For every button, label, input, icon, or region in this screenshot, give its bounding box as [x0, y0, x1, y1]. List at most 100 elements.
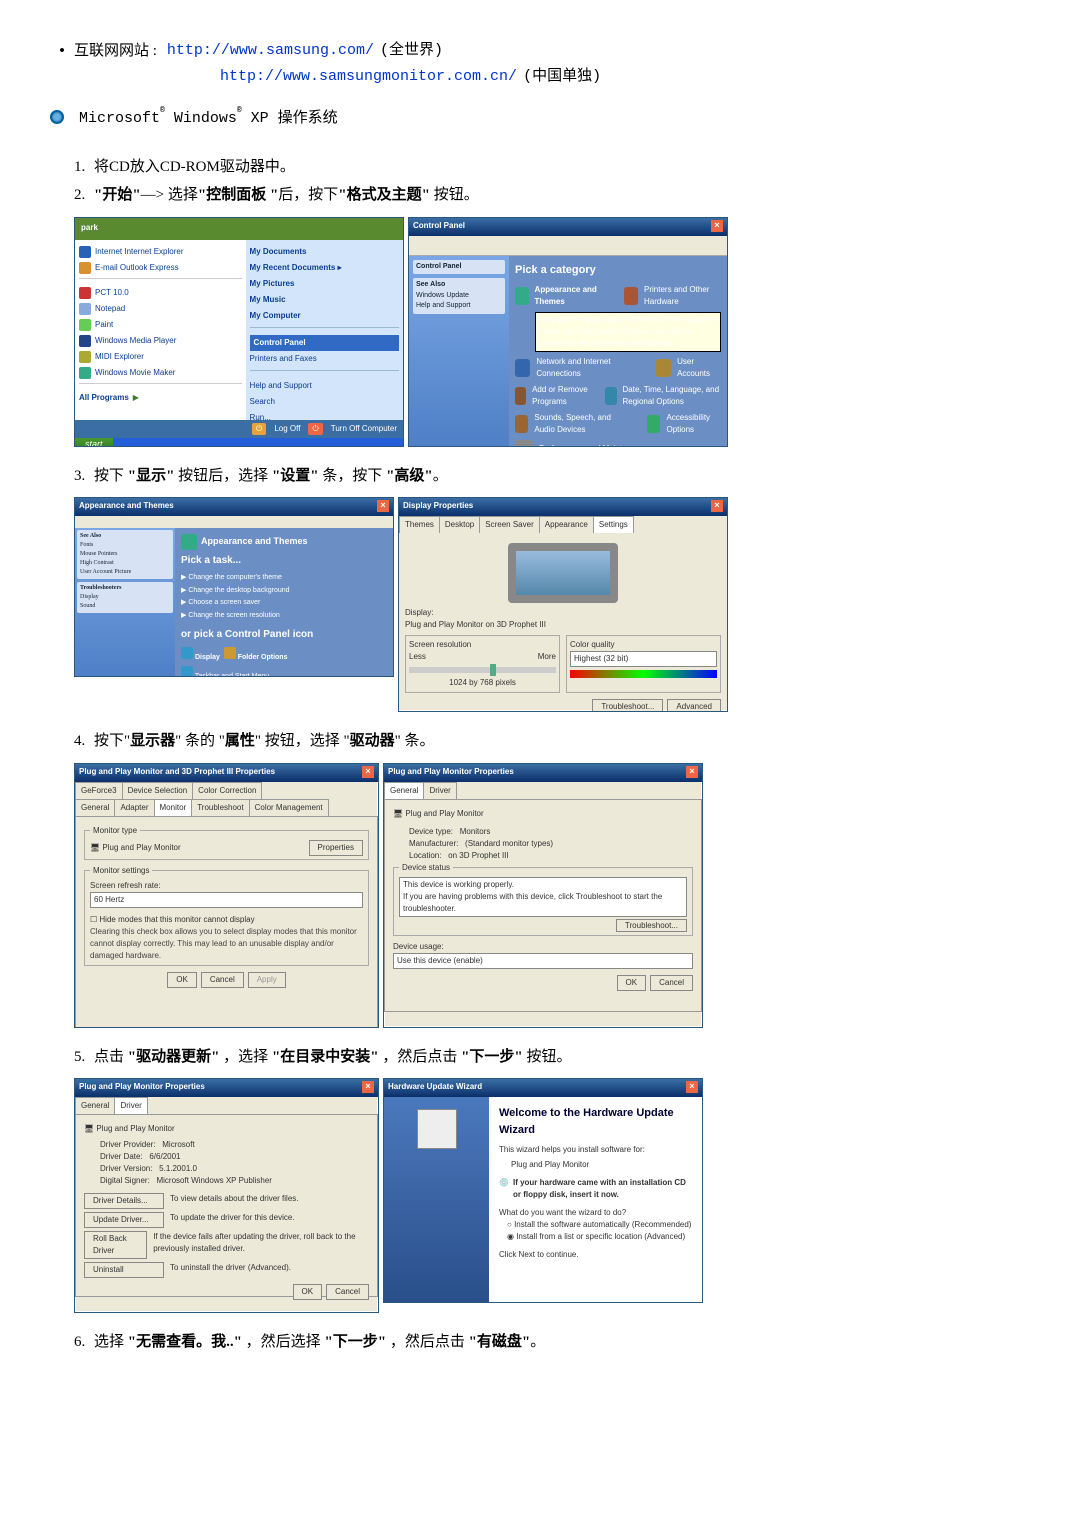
startmenu-item[interactable]: Search	[250, 394, 399, 410]
close-icon[interactable]: ×	[686, 766, 698, 778]
cp-icon-display[interactable]: Display	[195, 654, 220, 661]
startmenu-item[interactable]: MIDI Explorer	[95, 351, 144, 363]
troubleshoot-button[interactable]: Troubleshoot...	[616, 919, 687, 932]
cat-item[interactable]: Printers and Other Hardware	[644, 284, 721, 308]
cat-item[interactable]: Sounds, Speech, and Audio Devices	[534, 412, 630, 436]
hide-modes-checkbox[interactable]: Hide modes that this monitor cannot disp…	[99, 915, 254, 924]
close-icon[interactable]: ×	[686, 1081, 698, 1093]
close-icon[interactable]: ×	[711, 500, 723, 512]
driver-details-button[interactable]: Driver Details...	[84, 1193, 164, 1209]
cat-item[interactable]: Accessibility Options	[666, 412, 721, 436]
screenshot-appearance-themes: Appearance and Themes× See Also Fonts Mo…	[74, 497, 394, 677]
wizard-option-advanced[interactable]: Install from a list or specific location…	[516, 1232, 685, 1241]
side-link[interactable]: Display	[80, 594, 99, 600]
startmenu-item[interactable]: Windows Movie Maker	[95, 367, 175, 379]
tab-general[interactable]: General	[384, 782, 424, 799]
side-link[interactable]: User Account Picture	[80, 569, 131, 575]
ok-button[interactable]: OK	[167, 972, 197, 988]
cp-icon[interactable]: Folder Options	[238, 654, 288, 661]
advanced-button[interactable]: Advanced	[667, 699, 721, 712]
startmenu-control-panel[interactable]: Control Panel	[254, 338, 306, 347]
tab[interactable]: Appearance	[539, 516, 594, 533]
tab[interactable]: Color Correction	[192, 782, 262, 799]
cancel-button[interactable]: Cancel	[326, 1284, 369, 1300]
task-link[interactable]: Change the desktop background	[188, 587, 289, 594]
tab[interactable]: Driver	[423, 782, 456, 799]
device-usage-select[interactable]: Use this device (enable)	[393, 953, 693, 969]
side-link[interactable]: Windows Update	[416, 292, 469, 299]
resolution-slider[interactable]	[409, 667, 556, 673]
startmenu-item[interactable]: Notepad	[95, 303, 125, 315]
startmenu-item[interactable]: My Pictures	[250, 279, 295, 288]
cat-appearance[interactable]: Appearance and Themes	[535, 284, 606, 308]
turnoff-button[interactable]: Turn Off Computer	[331, 423, 397, 435]
tab[interactable]: Adapter	[114, 799, 154, 816]
side-link[interactable]: Help and Support	[416, 302, 470, 309]
tooltip: Change the appearance of desktop items, …	[535, 312, 721, 352]
startmenu-item[interactable]: My Recent Documents ▸	[250, 263, 342, 272]
close-icon[interactable]: ×	[362, 766, 374, 778]
tab-settings[interactable]: Settings	[593, 516, 634, 533]
cat-item[interactable]: Add or Remove Programs	[532, 384, 589, 408]
apply-button: Apply	[248, 972, 286, 988]
task-link[interactable]: Change the computer's theme	[188, 574, 282, 581]
properties-button[interactable]: Properties	[309, 840, 363, 856]
color-quality-select[interactable]: Highest (32 bit)	[570, 651, 717, 667]
side-link[interactable]: High Contrast	[80, 560, 114, 566]
close-icon[interactable]: ×	[362, 1081, 374, 1093]
screenshot-pnp-monitor-general: Plug and Play Monitor Properties× Genera…	[383, 763, 703, 1028]
step-5: 5.点击 "驱动器更新" ，选择 "在目录中安装" ，然后点击 "下一步" 按钮…	[74, 1046, 1030, 1069]
startmenu-item[interactable]: My Documents	[250, 247, 307, 256]
startmenu-item[interactable]: My Computer	[250, 311, 301, 320]
cat-item[interactable]: Date, Time, Language, and Regional Optio…	[623, 384, 722, 408]
ok-button[interactable]: OK	[293, 1284, 323, 1300]
side-link[interactable]: Fonts	[80, 542, 93, 548]
tab-monitor[interactable]: Monitor	[154, 799, 193, 816]
uninstall-button[interactable]: Uninstall	[84, 1262, 164, 1278]
startmenu-item[interactable]: Windows Media Player	[95, 335, 176, 347]
close-icon[interactable]: ×	[711, 220, 723, 232]
link-samsung-cn[interactable]: http://www.samsungmonitor.com.cn/	[220, 66, 517, 89]
tab[interactable]: Troubleshoot	[191, 799, 249, 816]
side-link[interactable]: Sound	[80, 603, 95, 609]
tab[interactable]: GeForce3	[75, 782, 123, 799]
troubleshoot-button[interactable]: Troubleshoot...	[592, 699, 663, 712]
cat-item[interactable]: User Accounts	[677, 356, 721, 380]
step-3: 3.按下 "显示" 按钮后，选择 "设置" 条，按下 "高级"。	[74, 465, 1030, 488]
tab[interactable]: General	[75, 799, 115, 816]
intro-label: 互联网网站 :	[74, 40, 157, 63]
task-link[interactable]: Choose a screen saver	[188, 599, 260, 606]
startmenu-item[interactable]: E-mail Outlook Express	[95, 262, 179, 274]
tab[interactable]: General	[75, 1097, 115, 1114]
cancel-button[interactable]: Cancel	[650, 975, 693, 991]
close-icon[interactable]: ×	[377, 500, 389, 512]
wizard-option-auto[interactable]: Install the software automatically (Reco…	[514, 1220, 691, 1229]
tab[interactable]: Themes	[399, 516, 440, 533]
link-samsung-global[interactable]: http://www.samsung.com/	[167, 40, 374, 63]
ok-button[interactable]: OK	[617, 975, 647, 991]
refresh-rate-select[interactable]: 60 Hertz	[90, 892, 363, 908]
start-button[interactable]: start	[75, 438, 113, 447]
startmenu-item[interactable]: My Music	[250, 295, 286, 304]
cat-item[interactable]: Performance and Maintenance	[539, 443, 648, 447]
startmenu-item[interactable]: Help and Support	[250, 378, 399, 394]
startmenu-item[interactable]: Printers and Faxes	[250, 351, 399, 367]
startmenu-item[interactable]: PCT 10.0	[95, 287, 129, 299]
startmenu-allprograms[interactable]: All Programs	[79, 392, 129, 404]
cp-icon[interactable]: Taskbar and Start Menu	[195, 673, 269, 678]
rollback-driver-button[interactable]: Roll Back Driver	[84, 1231, 147, 1259]
side-link[interactable]: Mouse Pointers	[80, 551, 118, 557]
tab[interactable]: Desktop	[439, 516, 480, 533]
cat-item[interactable]: Network and Internet Connections	[536, 356, 639, 380]
tab[interactable]: Device Selection	[122, 782, 194, 799]
tab[interactable]: Color Management	[249, 799, 329, 816]
logoff-button[interactable]: Log Off	[274, 423, 300, 435]
update-driver-button[interactable]: Update Driver...	[84, 1212, 164, 1228]
startmenu-item[interactable]: Internet Internet Explorer	[95, 246, 184, 258]
task-link[interactable]: Change the screen resolution	[188, 612, 279, 619]
tab[interactable]: Screen Saver	[479, 516, 539, 533]
startmenu-item[interactable]: Paint	[95, 319, 113, 331]
tab-driver[interactable]: Driver	[114, 1097, 147, 1114]
screenshot-control-panel: Control Panel× Control Panel See AlsoWin…	[408, 217, 728, 447]
cancel-button[interactable]: Cancel	[201, 972, 244, 988]
